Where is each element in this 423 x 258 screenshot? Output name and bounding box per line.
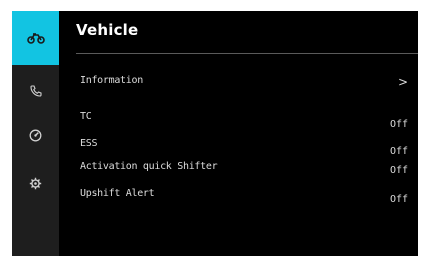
upshift-alert-value: Off — [389, 194, 408, 205]
sidebar — [12, 11, 59, 256]
sidebar-item-settings[interactable] — [12, 165, 59, 201]
chevron-right-icon: > — [397, 75, 408, 89]
sidebar-item-vehicle[interactable] — [12, 11, 59, 65]
menu-item-information[interactable]: Information > — [80, 75, 408, 91]
upshift-alert-label: Upshift Alert — [80, 188, 155, 199]
phone-icon — [29, 85, 42, 97]
quick-shifter-value: Off — [389, 165, 408, 176]
settings-gear-icon — [29, 177, 42, 189]
menu-item-tc[interactable]: TC Off — [80, 111, 408, 139]
page-title: Vehicle — [76, 21, 139, 39]
information-label: Information — [80, 75, 143, 86]
title-divider — [76, 53, 418, 54]
motorcycle-icon — [26, 33, 45, 44]
vehicle-screen: Vehicle Information > TC Off ESS Off Act… — [12, 11, 418, 256]
ess-value: Off — [389, 146, 408, 157]
gauge-icon — [29, 129, 42, 141]
tc-label: TC — [80, 111, 92, 122]
tc-value: Off — [389, 119, 408, 130]
sidebar-item-phone[interactable] — [12, 73, 59, 109]
quick-shifter-label: Activation quick Shifter — [80, 161, 218, 172]
sidebar-item-gauge[interactable] — [12, 117, 59, 153]
menu-item-quick-shifter[interactable]: Activation quick Shifter Off — [80, 161, 408, 181]
ess-label: ESS — [80, 138, 98, 149]
menu-item-upshift-alert[interactable]: Upshift Alert Off — [80, 188, 408, 216]
